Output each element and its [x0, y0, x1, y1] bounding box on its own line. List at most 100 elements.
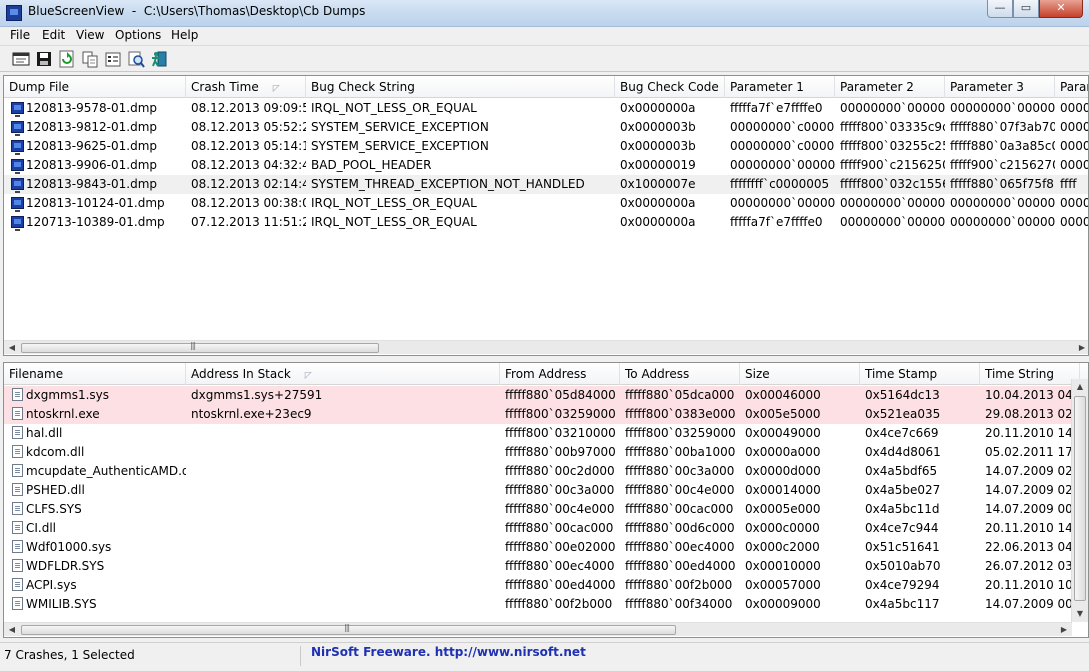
cell-value: 20.11.2010 14:00:: [985, 426, 1072, 440]
cell-value: 08.12.2013 05:14:18: [191, 139, 306, 153]
col-time-stamp[interactable]: Time Stamp: [860, 363, 980, 385]
refresh-icon[interactable]: [58, 50, 76, 68]
cell-value: [186, 576, 500, 595]
col-filename[interactable]: Filename: [4, 363, 186, 385]
col-parameter-2[interactable]: Parameter 2: [835, 76, 945, 98]
cell-value: 20.11.2010 14:12:: [985, 521, 1072, 535]
cell-value: [186, 519, 500, 538]
save-icon[interactable]: [35, 50, 53, 68]
cell-dump-file: 120813-9906-01.dmp: [26, 158, 158, 172]
app-icon[interactable]: [6, 5, 22, 21]
dump-row[interactable]: 120813-9578-01.dmp 08.12.2013 09:09:53 IRQ…: [4, 99, 1088, 118]
close-button[interactable]: ✕: [1039, 0, 1083, 18]
scroll-right-icon[interactable]: ▶: [1056, 623, 1072, 637]
dump-row[interactable]: 120813-9843-01.dmp 08.12.2013 02:14:45 SYS…: [4, 175, 1088, 194]
module-row[interactable]: ACPI.sys fffff880`00ed4000 fffff880`00f2b0…: [4, 576, 1088, 595]
menu-help[interactable]: Help: [171, 28, 198, 42]
copy-icon[interactable]: [81, 50, 99, 68]
cell-value: 0x00009000: [745, 597, 821, 611]
cell-value: fffff880`05dca000: [625, 388, 735, 402]
col-dump-file[interactable]: Dump File: [4, 76, 186, 98]
minimize-button[interactable]: —: [987, 0, 1013, 18]
maximize-button[interactable]: ▭: [1013, 0, 1039, 18]
module-list-pane[interactable]: Filename Address In Stack ◸ From Address …: [3, 362, 1089, 638]
cell-value: fffff880`07f3ab70: [950, 120, 1055, 134]
col-label: Parameter 2: [840, 80, 914, 94]
nirsoft-link[interactable]: NirSoft Freeware. http://www.nirsoft.net: [311, 645, 586, 659]
dump-row[interactable]: 120813-9906-01.dmp 08.12.2013 04:32:49 BAD…: [4, 156, 1089, 175]
scroll-left-icon[interactable]: ◀: [4, 623, 20, 637]
scroll-right-icon[interactable]: ▶: [1074, 341, 1088, 355]
status-count: 7 Crashes, 1 Selected: [4, 648, 135, 662]
menu-view[interactable]: View: [76, 28, 104, 42]
col-time-string[interactable]: Time String: [980, 363, 1080, 385]
module-row[interactable]: ntoskrnl.exe ntoskrnl.exe+23ec9 fffff800`0…: [4, 405, 1088, 424]
module-row[interactable]: mcupdate_AuthenticAMD.dll fffff880`00c2d0…: [4, 462, 1088, 481]
col-size[interactable]: Size: [740, 363, 860, 385]
menu-options[interactable]: Options: [115, 28, 161, 42]
title-bar: BlueScreenView - C:\Users\Thomas\Desktop…: [0, 0, 1089, 27]
cell-value: fffff800`032c1556: [840, 177, 945, 191]
scroll-down-icon[interactable]: ▼: [1072, 606, 1088, 622]
scroll-thumb[interactable]: [1074, 396, 1086, 601]
cell-value: 00000000`c00000...: [730, 139, 835, 153]
col-crash-time[interactable]: Crash Time ◸: [186, 76, 306, 98]
module-row[interactable]: dxgmms1.sys dxgmms1.sys+27591 fffff880`05d…: [4, 386, 1088, 405]
module-row[interactable]: WMILIB.SYS fffff880`00f2b000 fffff880`00f3…: [4, 595, 1088, 614]
module-row[interactable]: WDFLDR.SYS fffff880`00ec4000 fffff880`00ed…: [4, 557, 1088, 576]
cell-value: 14.07.2009 00:19:: [985, 597, 1072, 611]
dump-row[interactable]: 120713-10389-01.dmp 07.12.2013 11:51:24 IR…: [4, 213, 1088, 232]
cell-dump-file: 120813-9578-01.dmp: [26, 101, 158, 115]
col-label: Parameter 3: [950, 80, 1024, 94]
cell-value: 14.07.2009 02:32:: [985, 483, 1072, 497]
find-icon[interactable]: [127, 50, 145, 68]
module-row[interactable]: kdcom.dll fffff880`00b97000 fffff880`00ba1…: [4, 443, 1088, 462]
module-list-hscrollbar[interactable]: ◀ ||| ▶: [4, 622, 1072, 636]
cell-value: ffffffff`c0000005: [730, 177, 830, 191]
dump-row[interactable]: 120813-10124-01.dmp 08.12.2013 00:38:08 IR…: [4, 194, 1088, 213]
scroll-thumb[interactable]: |||: [21, 341, 379, 353]
cell-value: 0x0000000a: [620, 196, 696, 210]
col-address-in-stack[interactable]: Address In Stack ◸: [186, 363, 500, 385]
col-from-address[interactable]: From Address: [500, 363, 620, 385]
grip-icon: |||: [344, 623, 350, 632]
col-parameter-3[interactable]: Parameter 3: [945, 76, 1055, 98]
col-bug-check-string[interactable]: Bug Check String: [306, 76, 615, 98]
cell-value: fffff880`00d6c000: [625, 521, 735, 535]
col-parameter-1[interactable]: Parameter 1: [725, 76, 835, 98]
window-path: C:\Users\Thomas\Desktop\Cb Dumps: [143, 4, 366, 18]
cell-filename: kdcom.dll: [26, 445, 85, 459]
cell-value: ntoskrnl.exe+23ec9: [191, 407, 312, 421]
menu-file[interactable]: File: [10, 28, 30, 42]
scroll-thumb[interactable]: |||: [21, 623, 676, 635]
cell-value: 0x4d4d8061: [865, 445, 941, 459]
exit-icon[interactable]: [150, 50, 168, 68]
properties-icon[interactable]: [104, 50, 122, 68]
col-to-address[interactable]: To Address: [620, 363, 740, 385]
module-row[interactable]: CI.dll fffff880`00cac000 fffff880`00d6c000…: [4, 519, 1088, 538]
col-label: Paran: [1060, 80, 1088, 94]
cell-value: fffff880`00c4e000: [505, 502, 615, 516]
module-row[interactable]: PSHED.dll fffff880`00c3a000 fffff880`00c4e…: [4, 481, 1088, 500]
scroll-left-icon[interactable]: ◀: [4, 341, 20, 355]
cell-value: 0000: [1060, 158, 1089, 172]
cell-filename: ACPI.sys: [26, 578, 77, 592]
html-report-icon[interactable]: [12, 50, 30, 68]
dump-list-pane[interactable]: Dump File Crash Time ◸ Bug Check String B…: [3, 75, 1089, 356]
module-list-vscrollbar[interactable]: ▲ ▼: [1071, 379, 1088, 622]
cell-value: fffff880`0a3a85c0: [950, 139, 1055, 153]
grip-icon: |||: [190, 341, 196, 350]
dump-row[interactable]: 120813-9625-01.dmp 08.12.2013 05:14:18 SYS…: [4, 137, 1088, 156]
col-parameter-4[interactable]: Paran: [1055, 76, 1088, 98]
sort-indicator-icon: ◸: [272, 84, 280, 94]
cell-value: 0x1000007e: [620, 177, 696, 191]
dump-row[interactable]: 120813-9812-01.dmp 08.12.2013 05:52:26 SYS…: [4, 118, 1088, 137]
module-row[interactable]: Wdf01000.sys fffff880`00e02000 fffff880`00…: [4, 538, 1088, 557]
module-row[interactable]: CLFS.SYS fffff880`00c4e000 fffff880`00cac0…: [4, 500, 1088, 519]
module-row[interactable]: hal.dll fffff800`03210000 fffff800`0325900…: [4, 424, 1088, 443]
col-bug-check-code[interactable]: Bug Check Code: [615, 76, 725, 98]
menu-edit[interactable]: Edit: [42, 28, 65, 42]
cell-value: 08.12.2013 04:32:49: [191, 158, 306, 172]
scroll-up-icon[interactable]: ▲: [1072, 379, 1088, 395]
dump-list-hscrollbar[interactable]: ◀ ||| ▶: [4, 340, 1088, 355]
